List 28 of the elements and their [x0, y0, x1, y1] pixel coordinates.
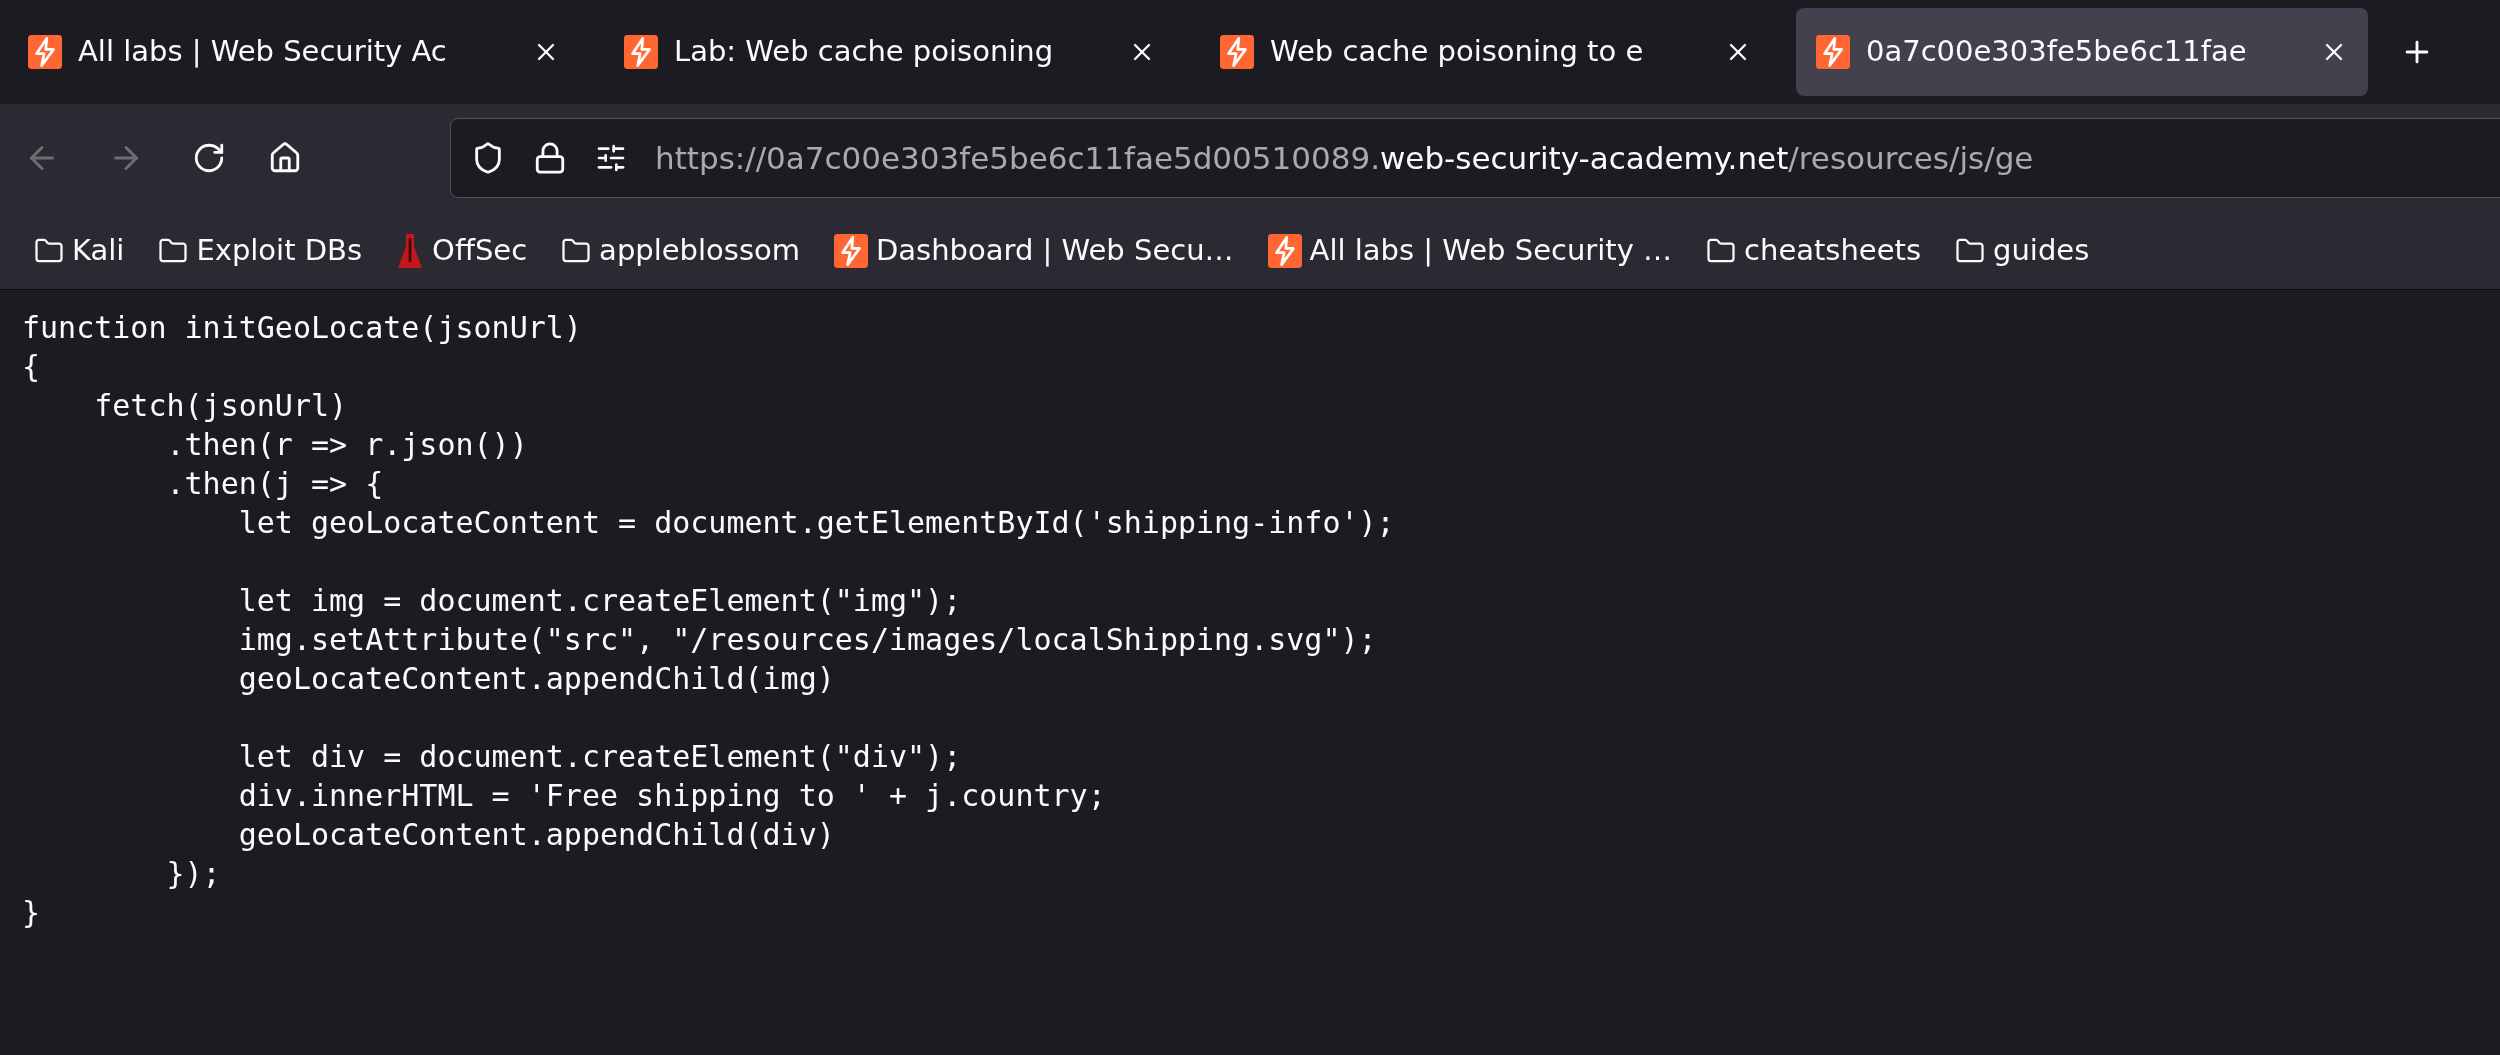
lightning-icon [1267, 233, 1302, 268]
lightning-icon [28, 35, 62, 69]
tab-title: Lab: Web cache poisoning [674, 33, 1055, 71]
code-text: function initGeoLocate(jsonUrl) { fetch(jsonUrl) .then(r => r.json()) .then(j => { let geoLocateContent = document.getElementById('shipping-info'); let img = document.createElement("img"); img.setAttribute("src", "/resources/images/localShipping.svg"); geoLocateContent.appendChild(img) let div = document.createElement("div"); div.innerHTML = 'Free shipping to ' + j.country; geoLocateContent.appendChild(div) }); } [22, 309, 1396, 932]
lock-icon[interactable] [533, 141, 567, 175]
tab-title: All labs | Web Security Ac [78, 33, 448, 71]
tab-title: 0a7c00e303fe5be6c11fae [1866, 33, 2248, 71]
browser-tab[interactable]: Web cache poisoning to e [1200, 8, 1772, 96]
permissions-icon[interactable] [595, 142, 627, 174]
tab-title: Web cache poisoning to e [1270, 33, 1645, 71]
lightning-icon [1816, 35, 1850, 69]
browser-tab[interactable]: 0a7c00e303fe5be6c11fae [1796, 8, 2368, 96]
lightning-icon [624, 35, 658, 69]
bookmark-item[interactable]: OffSec [396, 228, 528, 273]
lightning-icon [834, 233, 868, 268]
bookmark-item[interactable]: guides [1955, 228, 2090, 273]
reload-icon[interactable] [192, 141, 226, 175]
browser-tab[interactable]: Lab: Web cache poisoning [604, 8, 1176, 96]
home-icon[interactable] [268, 141, 302, 175]
bookmark-item[interactable]: Kali [34, 228, 125, 273]
browser-tab[interactable]: All labs | Web Security Ac [8, 8, 580, 96]
bookmark-item[interactable]: All labs | Web Security … [1267, 228, 1673, 273]
bookmark-item[interactable]: Exploit DBs [158, 228, 363, 273]
bookmark-item[interactable]: appleblossom [561, 228, 800, 273]
flask-icon [396, 231, 425, 270]
bookmark-item[interactable]: Dashboard | Web Secu… [834, 228, 1234, 273]
bookmark-item[interactable]: cheatsheets [1706, 228, 1922, 273]
lightning-icon [1220, 35, 1254, 69]
